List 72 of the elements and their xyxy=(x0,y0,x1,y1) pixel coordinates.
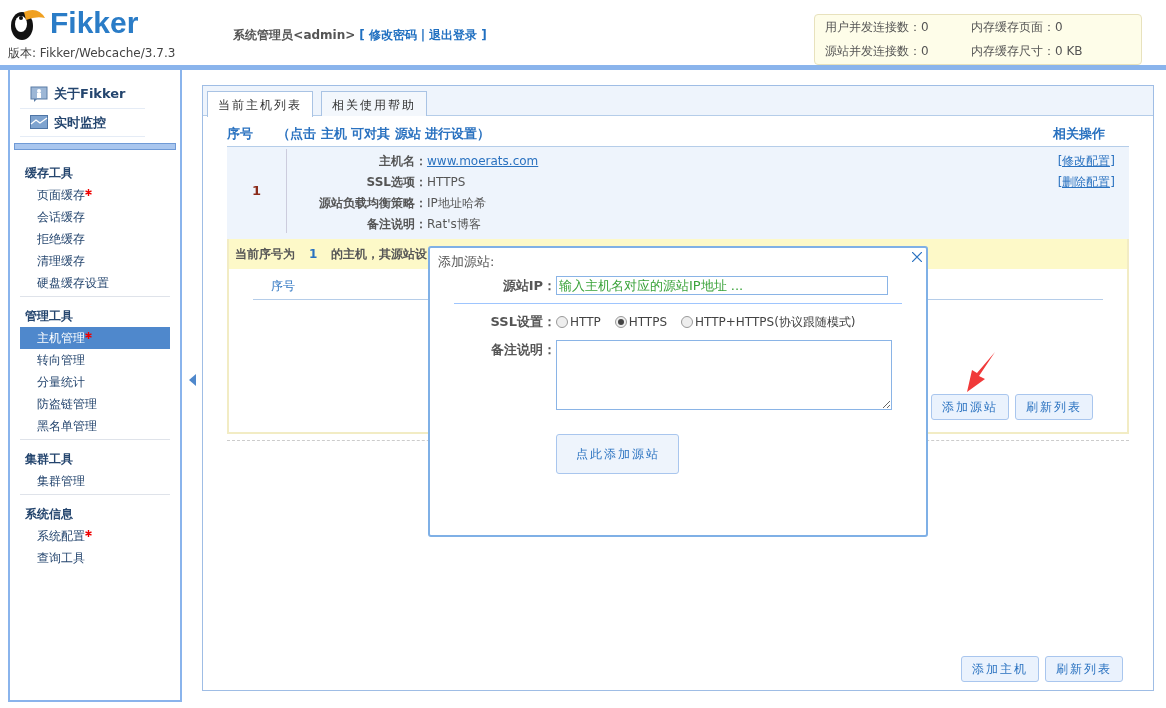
header-link[interactable]: 退出登录 xyxy=(429,26,478,65)
note-input-field[interactable] xyxy=(556,339,892,410)
column-header: 相关操作 xyxy=(1053,125,1105,143)
sidebar-item[interactable]: 黑名单管理 xyxy=(20,415,170,437)
submit-button[interactable]: 点此添加源站 xyxy=(556,433,679,474)
sidebar-item[interactable]: 页面缓存 xyxy=(20,184,170,206)
action-link[interactable]: [修改配置] xyxy=(1057,150,1115,172)
stat-text: 内存缓存尺寸：0 KB xyxy=(971,42,1084,60)
footer-button[interactable]: 刷新列表 xyxy=(1045,656,1123,682)
notice-text: 1 xyxy=(309,245,318,263)
host-link[interactable]: www.moerats.com xyxy=(427,153,539,168)
sidebar-item[interactable]: 硬盘缓存设置 xyxy=(20,272,170,294)
ssl-radio-option[interactable]: HTTP xyxy=(556,312,601,331)
field-value: IP地址哈希 xyxy=(427,194,486,212)
group-title: 系统信息 xyxy=(24,506,74,523)
group-title: 集群工具 xyxy=(24,451,74,468)
separator-text: | xyxy=(420,27,426,44)
notice-text: 的主机，其源站设 xyxy=(331,245,428,263)
column-header: 序号 xyxy=(271,278,295,293)
group-title: 缓存工具 xyxy=(24,165,74,182)
field-label: 源站IP： xyxy=(501,276,556,295)
column-header: （点击 主机 可对其 源站 进行设置） xyxy=(277,125,491,143)
field-label: 源站负载均衡策略： xyxy=(318,194,427,212)
group-title: 管理工具 xyxy=(24,308,74,325)
field-label: SSL选项： xyxy=(365,173,427,191)
row-index: 1 xyxy=(227,148,287,233)
sidebar-item[interactable]: 会话缓存 xyxy=(20,206,170,228)
sidebar-item[interactable]: 分量统计 xyxy=(20,371,170,393)
notice-text: 当前序号为 xyxy=(235,245,295,263)
collapse-arrow-icon[interactable] xyxy=(188,374,196,386)
action-link[interactable]: [删除配置] xyxy=(1057,171,1115,193)
asterisk-icon xyxy=(85,189,92,196)
ssl-radio-option[interactable]: HTTP+HTTPS(协议跟随模式) xyxy=(681,312,856,331)
bracket-text: [ xyxy=(359,27,365,44)
sidebar-item[interactable]: 主机管理 xyxy=(20,327,170,349)
field-value: Rat's博客 xyxy=(427,215,481,233)
line-chart-icon xyxy=(30,115,48,130)
sidebar-link[interactable]: 实时监控 xyxy=(20,108,145,137)
user-name: 系统管理员<admin> xyxy=(233,27,356,44)
footer-button[interactable]: 添加主机 xyxy=(961,656,1039,682)
version-text: 版本: Fikker/Webcache/3.7.3 xyxy=(8,45,176,62)
column-header: 序号 xyxy=(227,125,253,143)
tab[interactable]: 相关使用帮助 xyxy=(321,91,427,116)
ssl-radio-option[interactable]: HTTPS xyxy=(614,312,668,331)
tab[interactable]: 当前主机列表 xyxy=(207,91,313,117)
panel-button[interactable]: 添加源站 xyxy=(931,393,1009,420)
sidebar-item[interactable]: 防盗链管理 xyxy=(20,393,170,415)
asterisk-icon xyxy=(85,332,92,339)
header-link[interactable]: 修改密码 xyxy=(368,26,417,65)
sidebar-item[interactable]: 拒绝缓存 xyxy=(20,228,170,250)
field-label: 主机名： xyxy=(378,152,427,170)
field-label: SSL设置： xyxy=(489,313,556,331)
sidebar-item[interactable]: 转向管理 xyxy=(20,349,170,371)
field-value: HTTPS xyxy=(427,173,466,191)
panel-button[interactable]: 刷新列表 xyxy=(1015,393,1093,420)
stat-text: 用户并发连接数：0 xyxy=(825,19,930,36)
sidebar-item[interactable]: 清理缓存 xyxy=(20,250,170,272)
person-board-icon xyxy=(30,84,48,103)
stat-text: 源站并发连接数：0 xyxy=(825,42,930,60)
logo-text: Fikker xyxy=(50,8,139,38)
sidebar-item[interactable]: 系统配置 xyxy=(20,525,170,547)
ip-input-field[interactable]: 输入主机名对应的源站IP地址 ... xyxy=(556,275,888,295)
close-button[interactable] xyxy=(912,252,922,262)
sidebar-item[interactable]: 查询工具 xyxy=(20,547,170,569)
field-label: 备注说明： xyxy=(366,215,427,233)
bracket-text: ] xyxy=(481,27,487,44)
stat-text: 内存缓存页面：0 xyxy=(971,19,1064,36)
sidebar-link[interactable]: 关于Fikker xyxy=(20,80,145,109)
dialog-title: 添加源站: xyxy=(438,253,495,271)
field-label: 备注说明： xyxy=(490,340,556,359)
sidebar-item[interactable]: 集群管理 xyxy=(20,470,170,492)
asterisk-icon xyxy=(85,530,92,537)
